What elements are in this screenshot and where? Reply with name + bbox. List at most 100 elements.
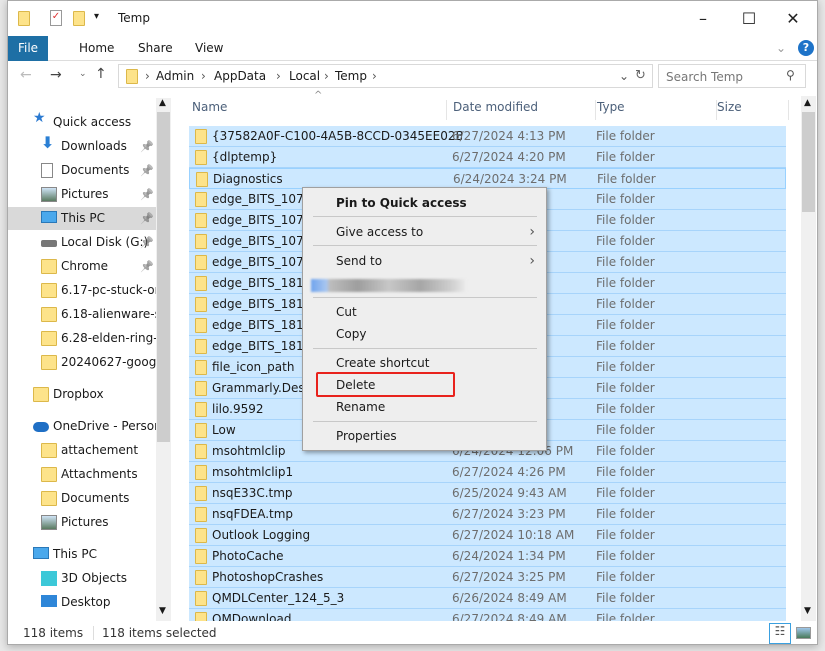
file-type: File folder bbox=[596, 192, 655, 206]
forward-icon[interactable]: → bbox=[50, 67, 62, 83]
breadcrumb-local[interactable]: Local bbox=[289, 69, 320, 83]
sidebar-item[interactable]: attachement bbox=[8, 439, 156, 462]
address-bar[interactable]: › Admin › AppData › Local › Temp › ⌄ ↻ bbox=[118, 64, 653, 88]
menu-rename[interactable]: Rename bbox=[304, 397, 545, 417]
menu-cut[interactable]: Cut bbox=[304, 302, 545, 322]
file-row[interactable]: nsqE33C.tmp 6/25/2024 9:43 AM File folder bbox=[189, 483, 786, 504]
sidebar-item[interactable]: 6.18-alienware-ss bbox=[8, 303, 156, 326]
pin-icon: 📌 bbox=[140, 212, 154, 225]
drive-icon bbox=[41, 240, 57, 247]
sidebar-item[interactable]: 6.28-elden-ring-s bbox=[8, 327, 156, 350]
tab-view[interactable]: View bbox=[181, 36, 237, 61]
maximize-button[interactable]: ☐ bbox=[734, 9, 764, 28]
sidebar-item[interactable]: Attachments bbox=[8, 463, 156, 486]
file-row[interactable]: Outlook Logging 6/27/2024 10:18 AM File fo… bbox=[189, 525, 786, 546]
minimize-button[interactable]: – bbox=[688, 9, 718, 28]
folder-icon bbox=[195, 234, 207, 249]
pin-icon: 📌 bbox=[140, 236, 154, 249]
sidebar-item[interactable]: This PC 📌 bbox=[8, 207, 156, 230]
column-name[interactable]: Name bbox=[192, 100, 447, 120]
tab-share[interactable]: Share bbox=[124, 36, 187, 61]
column-size[interactable]: Size bbox=[717, 100, 789, 120]
file-row[interactable]: PhotoCache 6/24/2024 1:34 PM File folder bbox=[189, 546, 786, 567]
menu-properties[interactable]: Properties bbox=[304, 426, 545, 446]
back-icon[interactable]: ← bbox=[20, 67, 32, 83]
file-type: File folder bbox=[596, 549, 655, 563]
menu-send-to[interactable]: Send to › bbox=[304, 251, 545, 271]
tab-home[interactable]: Home bbox=[65, 36, 128, 61]
sidebar-item[interactable]: Pictures 📌 bbox=[8, 183, 156, 206]
file-row[interactable]: Diagnostics 6/24/2024 3:24 PM File folder bbox=[189, 168, 786, 189]
search-input[interactable]: Search Temp bbox=[658, 64, 806, 88]
folder-icon bbox=[18, 11, 30, 26]
sidebar-item[interactable]: Desktop bbox=[8, 591, 156, 614]
properties-icon[interactable]: ✓ bbox=[50, 10, 62, 26]
file-name: msohtmlclip1 bbox=[212, 465, 294, 479]
recent-locations-icon[interactable]: ⌄ bbox=[79, 69, 87, 79]
breadcrumb-appdata[interactable]: AppData bbox=[214, 69, 266, 83]
menu-create-shortcut[interactable]: Create shortcut bbox=[304, 353, 545, 373]
sidebar-item-label: Downloads bbox=[61, 139, 127, 153]
column-type[interactable]: Type bbox=[597, 100, 717, 120]
menu-give-access-to[interactable]: Give access to › bbox=[304, 222, 545, 242]
file-row[interactable]: {dlptemp} 6/27/2024 4:20 PM File folder bbox=[189, 147, 786, 168]
file-type: File folder bbox=[596, 381, 655, 395]
folder-icon bbox=[195, 465, 207, 480]
sidebar-item[interactable]: Pictures bbox=[8, 511, 156, 534]
sidebar-item[interactable]: OneDrive - Persona bbox=[8, 415, 156, 438]
blurred-menu-item[interactable] bbox=[311, 279, 467, 292]
folder-icon bbox=[126, 69, 138, 84]
breadcrumb-admin[interactable]: Admin bbox=[156, 69, 194, 83]
file-date: 6/26/2024 8:49 AM bbox=[452, 591, 567, 605]
file-type: File folder bbox=[596, 318, 655, 332]
file-row[interactable]: QMDownload 6/27/2024 8:49 AM File folder bbox=[189, 609, 786, 621]
column-header: ^ Name Date modified Type Size bbox=[189, 90, 789, 120]
breadcrumb-temp[interactable]: Temp bbox=[335, 69, 367, 83]
column-date-modified[interactable]: Date modified bbox=[453, 100, 596, 120]
sidebar-item[interactable]: 6.17-pc-stuck-on bbox=[8, 279, 156, 302]
sidebar-item-label: Documents bbox=[61, 163, 130, 177]
sidebar-item[interactable]: Dropbox bbox=[8, 383, 156, 406]
sidebar-item[interactable]: ⬇ Downloads 📌 bbox=[8, 135, 156, 158]
file-row[interactable]: msohtmlclip1 6/27/2024 4:26 PM File folder bbox=[189, 462, 786, 483]
folder-icon bbox=[195, 276, 207, 291]
sidebar-item[interactable]: Documents 📌 bbox=[8, 159, 156, 182]
address-dropdown-icon[interactable]: ⌄ bbox=[619, 69, 629, 83]
sidebar-item[interactable]: Chrome 📌 bbox=[8, 255, 156, 278]
sidebar-item[interactable]: Local Disk (G:) 📌 bbox=[8, 231, 156, 254]
file-row[interactable]: {37582A0F-C100-4A5B-8CCD-0345EE02B... 6/2… bbox=[189, 126, 786, 147]
refresh-icon[interactable]: ↻ bbox=[635, 68, 646, 83]
navigation-scrollbar[interactable]: ▲ ▼ bbox=[156, 98, 171, 621]
tab-file[interactable]: File bbox=[8, 36, 48, 61]
file-name: file_icon_path bbox=[212, 360, 295, 374]
sidebar-item[interactable]: 3D Objects bbox=[8, 567, 156, 590]
file-row[interactable]: PhotoshopCrashes 6/27/2024 3:25 PM File fo… bbox=[189, 567, 786, 588]
sidebar-item[interactable]: This PC bbox=[8, 543, 156, 566]
file-list-scrollbar[interactable]: ▲ ▼ bbox=[801, 96, 816, 621]
sidebar-item-label: attachement bbox=[61, 443, 139, 457]
help-icon[interactable]: ? bbox=[798, 40, 814, 56]
sidebar-item-label: This PC bbox=[61, 211, 105, 225]
details-view-icon[interactable]: ☷ bbox=[769, 623, 791, 644]
folder-icon bbox=[195, 528, 207, 543]
large-icons-view-icon[interactable] bbox=[796, 627, 811, 639]
folder-icon bbox=[195, 486, 207, 501]
document-icon bbox=[41, 163, 53, 178]
file-name: msohtmlclip bbox=[212, 444, 286, 458]
context-menu: Pin to Quick access Give access to › Send… bbox=[302, 187, 547, 451]
close-button[interactable]: ✕ bbox=[778, 9, 808, 28]
sidebar-item[interactable]: 20240627-google- bbox=[8, 351, 156, 374]
file-row[interactable]: QMDLCenter_124_5_3 6/26/2024 8:49 AM File … bbox=[189, 588, 786, 609]
sidebar-item[interactable]: Documents bbox=[8, 487, 156, 510]
file-row[interactable]: nsqFDEA.tmp 6/27/2024 3:23 PM File folder bbox=[189, 504, 786, 525]
folder-icon bbox=[195, 444, 207, 459]
up-icon[interactable]: ↑ bbox=[95, 66, 107, 82]
menu-pin-to-quick-access[interactable]: Pin to Quick access bbox=[304, 193, 545, 213]
new-folder-icon[interactable] bbox=[73, 11, 85, 26]
expand-ribbon-icon[interactable]: ⌄ bbox=[776, 41, 786, 55]
customize-toolbar-icon[interactable]: ▾ bbox=[94, 11, 99, 22]
file-date: 6/24/2024 3:24 PM bbox=[453, 172, 567, 186]
sidebar-item[interactable]: ★ Quick access bbox=[8, 111, 156, 134]
folder-icon bbox=[195, 213, 207, 228]
menu-copy[interactable]: Copy bbox=[304, 324, 545, 344]
